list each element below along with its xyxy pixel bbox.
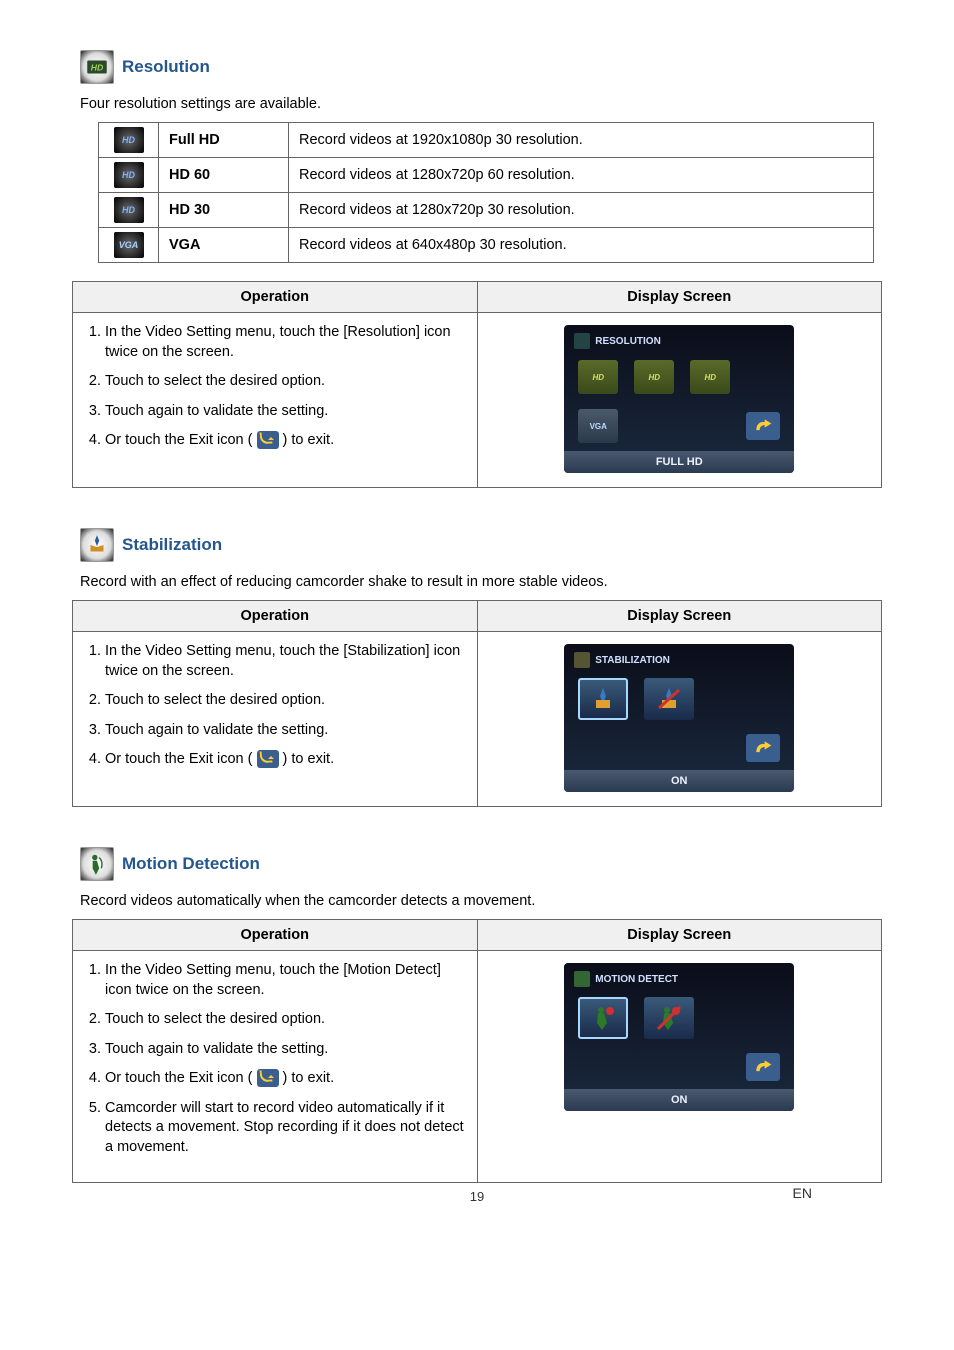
fullhd-icon: HD	[114, 127, 144, 153]
screen-title: RESOLUTION	[595, 336, 661, 347]
resolution-intro: Four resolution settings are available.	[80, 96, 874, 112]
step: Or touch the Exit icon ( ) to exit.	[105, 431, 465, 451]
res-desc: Record videos at 1920x1080p 30 resolutio…	[289, 123, 874, 158]
opt-off[interactable]	[644, 997, 694, 1039]
res-name: HD 60	[159, 158, 289, 193]
step: Or touch the Exit icon ( ) to exit.	[105, 750, 465, 770]
screen-footer: ON	[564, 770, 794, 792]
resolution-icon: HD	[80, 50, 114, 84]
step: Touch again to validate the setting.	[105, 1040, 465, 1060]
exit-button[interactable]	[746, 734, 780, 762]
section-title: Motion Detection	[122, 854, 260, 874]
display-screen-motion: MOTION DETECT ON	[564, 963, 794, 1111]
table-row: VGA VGA Record videos at 640x480p 30 res…	[99, 228, 874, 263]
step: Touch to select the desired option.	[105, 691, 465, 711]
screen-footer: ON	[564, 1089, 794, 1111]
exit-button[interactable]	[746, 412, 780, 440]
opt-hd30[interactable]: HD	[690, 360, 730, 394]
res-name: HD 30	[159, 193, 289, 228]
opt-on[interactable]	[578, 678, 628, 720]
res-name: Full HD	[159, 123, 289, 158]
resolution-options-table: HD Full HD Record videos at 1920x1080p 3…	[98, 122, 874, 263]
section-title: Resolution	[122, 57, 210, 77]
display-screen-stabilization: STABILIZATION ON	[564, 644, 794, 792]
stabilization-intro: Record with an effect of reducing camcor…	[80, 574, 874, 590]
svg-text:HD: HD	[91, 62, 104, 72]
display-screen-resolution: RESOLUTION HD HD HD VGA FULL HD	[564, 325, 794, 473]
col-operation: Operation	[73, 282, 478, 313]
exit-button[interactable]	[746, 1053, 780, 1081]
page-lang: EN	[793, 1185, 812, 1201]
step: Touch to select the desired option.	[105, 372, 465, 392]
exit-icon	[257, 750, 279, 768]
opt-vga[interactable]: VGA	[578, 409, 618, 443]
hd60-icon: HD	[114, 162, 144, 188]
table-row: HD HD 30 Record videos at 1280x720p 30 r…	[99, 193, 874, 228]
hd30-icon: HD	[114, 197, 144, 223]
exit-icon	[257, 431, 279, 449]
motion-operation-table: Operation Display Screen In the Video Se…	[72, 919, 882, 1183]
col-operation: Operation	[73, 920, 478, 951]
step: In the Video Setting menu, touch the [Re…	[105, 323, 465, 362]
section-header-motion: Motion Detection	[80, 847, 874, 881]
screen-head-icon	[574, 333, 590, 349]
page-number: 19	[80, 1189, 874, 1204]
screen-head-icon	[574, 971, 590, 987]
section-header-resolution: HD Resolution	[80, 50, 874, 84]
opt-hd60[interactable]: HD	[634, 360, 674, 394]
vga-icon: VGA	[114, 232, 144, 258]
res-desc: Record videos at 1280x720p 60 resolution…	[289, 158, 874, 193]
screen-head-icon	[574, 652, 590, 668]
operation-steps: In the Video Setting menu, touch the [St…	[85, 642, 465, 770]
res-desc: Record videos at 1280x720p 30 resolution…	[289, 193, 874, 228]
res-desc: Record videos at 640x480p 30 resolution.	[289, 228, 874, 263]
col-operation: Operation	[73, 601, 478, 632]
screen-footer: FULL HD	[564, 451, 794, 473]
operation-steps: In the Video Setting menu, touch the [Re…	[85, 323, 465, 451]
screen-title: MOTION DETECT	[595, 974, 678, 985]
section-header-stabilization: Stabilization	[80, 528, 874, 562]
operation-steps: In the Video Setting menu, touch the [Mo…	[85, 961, 465, 1158]
motion-detect-icon	[80, 847, 114, 881]
step: Camcorder will start to record video aut…	[105, 1099, 465, 1158]
step: Touch to select the desired option.	[105, 1010, 465, 1030]
stabilization-operation-table: Operation Display Screen In the Video Se…	[72, 600, 882, 807]
step: In the Video Setting menu, touch the [St…	[105, 642, 465, 681]
screen-title: STABILIZATION	[595, 655, 670, 666]
opt-on[interactable]	[578, 997, 628, 1039]
section-title: Stabilization	[122, 535, 222, 555]
exit-icon	[257, 1069, 279, 1087]
step: Touch again to validate the setting.	[105, 402, 465, 422]
opt-fullhd[interactable]: HD	[578, 360, 618, 394]
motion-intro: Record videos automatically when the cam…	[80, 893, 874, 909]
step: In the Video Setting menu, touch the [Mo…	[105, 961, 465, 1000]
res-name: VGA	[159, 228, 289, 263]
stabilization-icon	[80, 528, 114, 562]
table-row: HD HD 60 Record videos at 1280x720p 60 r…	[99, 158, 874, 193]
step: Touch again to validate the setting.	[105, 721, 465, 741]
table-row: HD Full HD Record videos at 1920x1080p 3…	[99, 123, 874, 158]
col-display: Display Screen	[477, 601, 882, 632]
opt-off[interactable]	[644, 678, 694, 720]
col-display: Display Screen	[477, 920, 882, 951]
col-display: Display Screen	[477, 282, 882, 313]
resolution-operation-table: Operation Display Screen In the Video Se…	[72, 281, 882, 488]
step: Or touch the Exit icon ( ) to exit.	[105, 1069, 465, 1089]
